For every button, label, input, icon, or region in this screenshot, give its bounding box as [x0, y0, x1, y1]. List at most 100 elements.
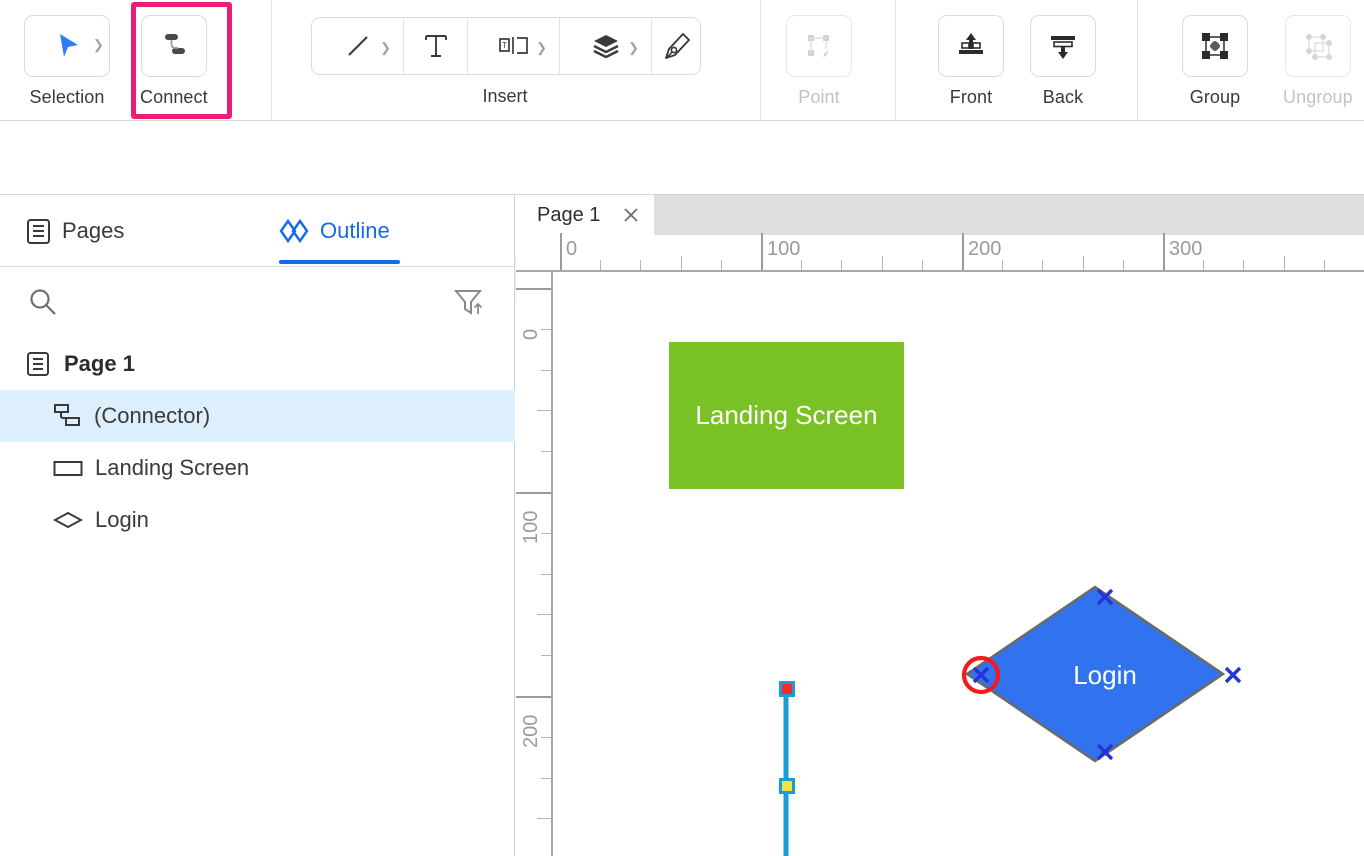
bring-to-front-icon [954, 29, 988, 63]
sidebar-tabs: Pages Outline [0, 195, 515, 267]
insert-tool-cluster: ❯ T ❯ [311, 17, 701, 75]
ribbon-divider-1 [271, 0, 272, 121]
ruler-minor-tick [1284, 256, 1285, 270]
ruler-minor-tick [537, 614, 551, 615]
ruler-minor-tick [537, 410, 551, 411]
point-tool-button [786, 15, 852, 77]
insert-line-dropdown-chevron[interactable]: ❯ [380, 41, 391, 54]
ruler-minor-tick [541, 574, 551, 575]
tab-outline-label: Outline [320, 218, 390, 244]
outline-row-login[interactable]: Login [0, 494, 515, 546]
tab-pages[interactable]: Pages [26, 195, 138, 267]
insert-layers-tool[interactable]: ❯ [560, 18, 652, 74]
outline-row-label: Page 1 [64, 351, 135, 377]
bring-to-front-tool[interactable]: Front [938, 15, 1004, 108]
ruler-minor-tick [541, 370, 551, 371]
group-tool[interactable]: Group [1182, 15, 1248, 108]
group-label: Group [1190, 87, 1241, 108]
selection-tool-button[interactable] [24, 15, 110, 77]
insert-pen-tool[interactable] [652, 18, 700, 74]
tab-outline-active-underline [279, 260, 400, 264]
ruler-minor-tick [600, 260, 601, 270]
ruler-label: 0 [520, 329, 543, 340]
close-x-icon[interactable] [622, 206, 640, 224]
ribbon-divider-4 [1137, 0, 1138, 121]
left-sidebar: Pages Outline [0, 195, 515, 856]
connector-mid-handle-1[interactable] [779, 778, 795, 794]
ruler-minor-tick [1042, 260, 1043, 270]
ruler-minor-tick [541, 451, 551, 452]
connect-tool-label: Connect [140, 87, 208, 108]
insert-line-tool[interactable]: ❯ [312, 18, 404, 74]
selection-tool-label: Selection [30, 87, 105, 108]
tab-outline[interactable]: Outline [279, 195, 400, 267]
ruler-minor-tick [801, 260, 802, 270]
outline-row-label: (Connector) [94, 403, 210, 429]
ruler-label: 200 [968, 238, 1001, 261]
ruler-minor-tick [541, 655, 551, 656]
insert-shape-tool[interactable]: T ❯ [468, 18, 560, 74]
bring-to-front-button[interactable] [938, 15, 1004, 77]
ruler-major-tick [560, 233, 562, 270]
insert-shape-dropdown-chevron[interactable]: ❯ [536, 41, 547, 54]
send-to-back-tool[interactable]: Back [1030, 15, 1096, 108]
cursor-arrow-icon [50, 29, 84, 63]
outline-row-connector[interactable]: (Connector) [0, 390, 515, 442]
outline-row-landing-screen[interactable]: Landing Screen [0, 442, 515, 494]
page-document-icon [26, 351, 50, 377]
filter-sort-icon [453, 287, 483, 317]
ruler-minor-tick [640, 260, 641, 270]
horizontal-ruler[interactable]: 01002003004 [516, 235, 1364, 272]
send-to-back-icon [1046, 29, 1080, 63]
page-tab[interactable]: Page 1 [516, 195, 654, 235]
ruler-label: 100 [767, 238, 800, 261]
ruler-label: 0 [566, 238, 577, 261]
ruler-major-tick [761, 233, 763, 270]
shape-landing-screen-label: Landing Screen [695, 400, 877, 431]
pages-document-icon [26, 218, 51, 245]
edit-points-icon [802, 29, 836, 63]
ruler-minor-tick [882, 256, 883, 270]
ruler-major-tick [962, 233, 964, 270]
diagonal-line-icon [341, 29, 375, 63]
diagram-canvas[interactable]: Landing Screen Login [555, 274, 1364, 856]
point-tool-label: Point [798, 87, 840, 108]
connect-tool-button[interactable] [141, 15, 207, 77]
connector-source-handle[interactable] [779, 681, 795, 697]
search-input[interactable] [28, 287, 58, 322]
ruler-minor-tick [1203, 260, 1204, 270]
ribbon-divider-3 [895, 0, 896, 121]
vertical-ruler[interactable]: 0100200 [516, 272, 553, 856]
ruler-minor-tick [1083, 256, 1084, 270]
send-to-back-button[interactable] [1030, 15, 1096, 77]
shape-landing-screen[interactable]: Landing Screen [669, 342, 904, 489]
outline-row-page-1[interactable]: Page 1 [0, 338, 515, 390]
ruler-minor-tick [1002, 260, 1003, 270]
ruler-minor-tick [1123, 260, 1124, 270]
ruler-label: 200 [520, 715, 543, 748]
insert-group-caption: Insert [311, 86, 699, 107]
search-icon [28, 287, 58, 317]
rectangle-shape-icon [53, 457, 83, 479]
insert-text-tool[interactable] [404, 18, 468, 74]
diamond-shape-icon [53, 509, 83, 531]
filter-button[interactable] [453, 287, 483, 322]
layers-stack-icon [589, 29, 623, 63]
format-toolbar: Connector ❯ Arial ❯ Regular ❯ 13 ❯ [0, 121, 1364, 195]
ruler-minor-tick [721, 260, 722, 270]
ruler-major-tick [516, 492, 551, 494]
connector-shape-icon [54, 403, 82, 429]
ruler-major-tick [516, 288, 551, 290]
outline-search-row [0, 267, 515, 333]
svg-text:T: T [502, 41, 507, 50]
no-connection-icon [964, 658, 998, 692]
text-T-icon [419, 29, 453, 63]
ungroup-icon [1301, 29, 1335, 63]
tab-pages-label: Pages [62, 218, 124, 244]
insert-layers-dropdown-chevron[interactable]: ❯ [628, 41, 639, 54]
ungroup-tool: Ungroup [1283, 15, 1353, 108]
group-button[interactable] [1182, 15, 1248, 77]
fountain-pen-icon [659, 29, 693, 63]
selection-tool[interactable]: Selection [24, 15, 110, 108]
connect-tool[interactable]: Connect [140, 15, 208, 108]
